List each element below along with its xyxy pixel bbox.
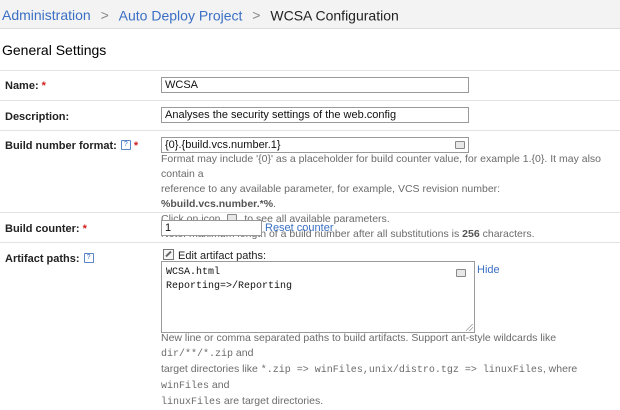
reset-counter-link[interactable]: Reset counter (265, 222, 333, 234)
pencil-icon (163, 249, 174, 260)
artifact-paths-textarea[interactable]: WCSA.html Reporting=>/Reporting (161, 261, 475, 333)
breadcrumb-administration[interactable]: Administration (2, 7, 91, 23)
build-counter-label: Build counter: * (5, 223, 87, 235)
required-mark: * (133, 140, 139, 152)
required-mark: * (82, 223, 87, 235)
breadcrumb-project[interactable]: Auto Deploy Project (119, 7, 243, 23)
description-label: Description: (5, 111, 70, 123)
artifact-path-line: Reporting=>/Reporting (166, 281, 293, 292)
artifact-paths-note: New line or comma separated paths to bui… (161, 332, 578, 408)
required-mark: * (41, 80, 46, 92)
help-icon[interactable]: ? (120, 140, 131, 150)
parameters-icon[interactable] (455, 141, 465, 149)
row-divider (0, 70, 620, 71)
build-number-format-label: Build number format:? * (5, 140, 139, 152)
row-divider (0, 212, 620, 213)
breadcrumb-separator-icon: > (252, 7, 261, 24)
name-input[interactable] (161, 77, 469, 93)
section-title: General Settings (2, 42, 107, 58)
artifact-path-line: WCSA.html (166, 267, 221, 278)
row-divider (0, 130, 620, 131)
artifact-paths-label: Artifact paths:? (5, 253, 94, 265)
resize-grip-icon[interactable] (466, 324, 473, 331)
breadcrumb-separator-icon: > (100, 7, 109, 24)
parameters-icon[interactable] (456, 269, 466, 277)
breadcrumb-current: WCSA Configuration (270, 7, 399, 24)
row-divider (0, 100, 620, 101)
help-icon[interactable]: ? (83, 253, 94, 263)
name-label: Name: * (5, 80, 46, 92)
build-number-format-input[interactable] (161, 137, 469, 153)
hide-link[interactable]: Hide (477, 264, 500, 276)
breadcrumb: Administration > Auto Deploy Project > W… (0, 0, 620, 29)
row-divider (0, 242, 620, 243)
description-input[interactable] (161, 107, 469, 123)
build-counter-input[interactable] (161, 220, 262, 236)
